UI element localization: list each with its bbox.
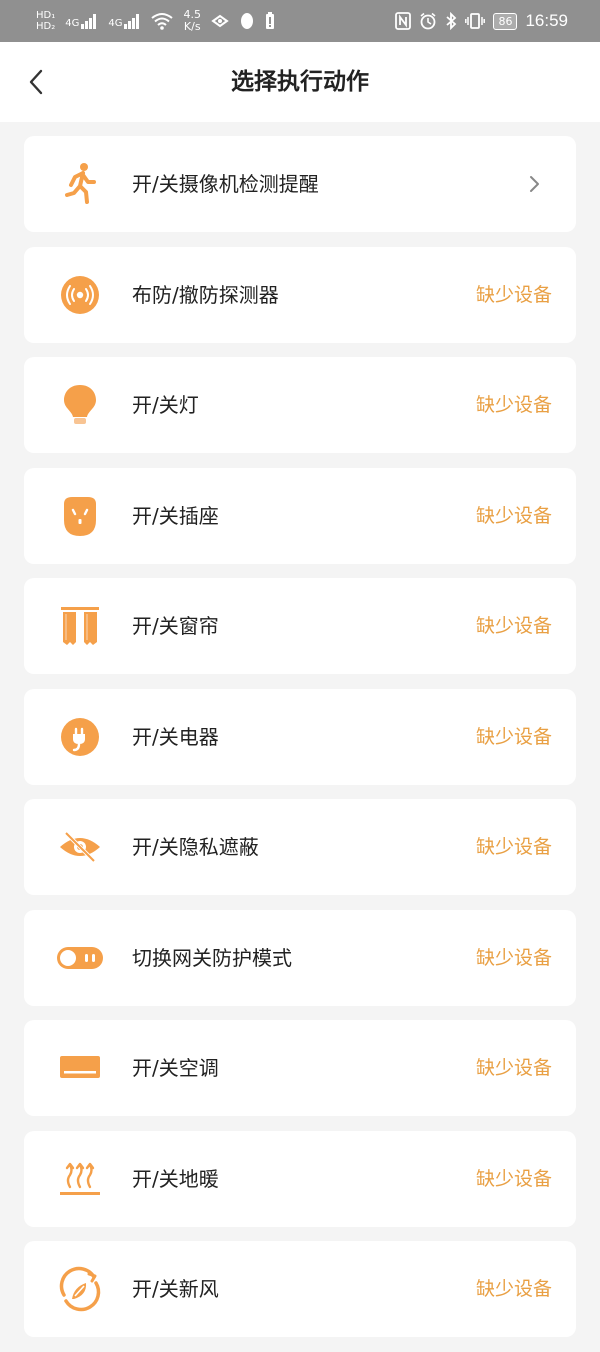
running-person-icon	[65, 163, 96, 204]
action-label: 开/关空调	[132, 1056, 219, 1080]
page-title: 选择执行动作	[231, 69, 369, 95]
detector-icon	[61, 275, 99, 314]
action-label: 开/关新风	[132, 1277, 219, 1301]
missing-device-status: 缺少设备	[475, 1278, 552, 1300]
nfc-icon	[395, 12, 412, 30]
action-item-light[interactable]: 开/关灯 缺少设备	[24, 357, 576, 453]
action-label: 开/关地暖	[132, 1166, 219, 1191]
action-label: 开/关电器	[132, 724, 219, 749]
battery-indicator: 86	[493, 12, 518, 30]
action-item-floor-heating[interactable]: 开/关地暖 缺少设备	[24, 1130, 576, 1227]
chevron-right-icon	[530, 176, 539, 192]
eye-off-icon	[60, 831, 100, 863]
clock: 16:59	[525, 11, 568, 30]
missing-device-status: 缺少设备	[475, 836, 552, 858]
action-label: 布防/撤防探测器	[132, 282, 279, 307]
missing-device-status: 缺少设备	[475, 946, 552, 969]
action-label: 开/关灯	[132, 393, 199, 417]
curtain-icon	[61, 607, 99, 645]
action-label: 开/关隐私遮蔽	[132, 835, 259, 859]
sim-indicators: HD₁ HD₂	[36, 10, 55, 32]
vibrate-icon	[465, 13, 486, 29]
missing-device-status: 缺少设备	[475, 1057, 552, 1079]
net2-label: 4G	[108, 18, 123, 29]
action-item-camera-detection[interactable]: 开/关摄像机检测提醒	[24, 136, 576, 232]
sim2-label: HD₂	[36, 21, 56, 32]
fresh-air-icon	[59, 1266, 101, 1312]
battery-alert-icon	[265, 12, 274, 29]
missing-device-status: 缺少设备	[475, 504, 552, 527]
network-speed: 4.5 K/s	[183, 9, 201, 33]
missing-device-status: 缺少设备	[475, 725, 552, 748]
net1-label: 4G	[65, 18, 80, 29]
missing-device-status: 缺少设备	[475, 394, 552, 416]
floor-heating-icon	[60, 1162, 100, 1195]
air-conditioner-icon	[60, 1056, 100, 1078]
socket-icon	[64, 496, 96, 536]
missing-device-status: 缺少设备	[475, 283, 552, 306]
alarm-icon	[420, 12, 436, 30]
status-bar-right: 86 16:59	[395, 0, 568, 42]
penguin-icon	[240, 13, 253, 29]
bluetooth-icon	[446, 12, 457, 30]
missing-device-status: 缺少设备	[475, 615, 552, 637]
action-item-appliance[interactable]: 开/关电器 缺少设备	[24, 688, 576, 785]
action-item-curtain[interactable]: 开/关窗帘 缺少设备	[24, 578, 576, 674]
action-item-fresh-air[interactable]: 开/关新风 缺少设备	[24, 1241, 576, 1337]
speed-unit: K/s	[183, 20, 201, 33]
action-label: 开/关摄像机检测提醒	[132, 172, 319, 196]
notification-bird-icon	[211, 14, 229, 28]
action-label: 开/关插座	[132, 503, 219, 528]
signal-icon-2: 4G	[108, 13, 141, 29]
sim1-label: HD₁	[36, 10, 56, 21]
wifi-icon	[151, 13, 174, 30]
status-bar-left: HD₁ HD₂ 4G 4G 4.5 K/s	[36, 0, 275, 42]
action-item-privacy[interactable]: 开/关隐私遮蔽 缺少设备	[24, 799, 576, 895]
bulb-icon	[64, 385, 96, 424]
toggle-icon	[57, 946, 103, 969]
missing-device-status: 缺少设备	[475, 1167, 552, 1190]
action-item-detector[interactable]: 布防/撤防探测器 缺少设备	[24, 246, 576, 343]
header: 选择执行动作	[0, 42, 600, 122]
signal-icon-1: 4G	[65, 13, 98, 29]
action-list: 开/关摄像机检测提醒 布防/撤防探测器 缺少设备 开/关灯 缺少设备 开/关插座…	[24, 136, 576, 1352]
status-bar: HD₁ HD₂ 4G 4G 4.5 K/s 86 16:59	[0, 0, 600, 42]
plug-icon	[61, 717, 99, 756]
action-label: 开/关窗帘	[132, 614, 219, 638]
action-item-gateway-mode[interactable]: 切换网关防护模式 缺少设备	[24, 909, 576, 1006]
action-label: 切换网关防护模式	[132, 945, 292, 970]
action-item-socket[interactable]: 开/关插座 缺少设备	[24, 467, 576, 564]
action-item-air-conditioner[interactable]: 开/关空调 缺少设备	[24, 1020, 576, 1116]
